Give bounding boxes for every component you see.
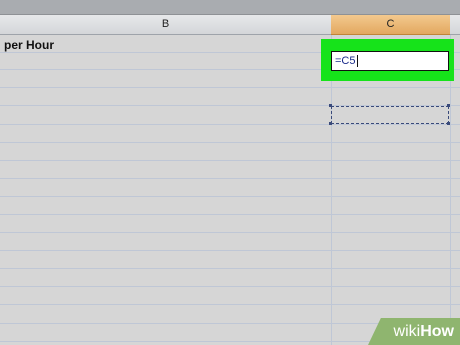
row-divider (0, 250, 460, 251)
cell-b-label[interactable]: per Hour (4, 38, 54, 52)
row-divider (0, 178, 460, 179)
row-divider (0, 196, 460, 197)
column-divider (331, 35, 332, 345)
marquee-handle[interactable] (329, 122, 332, 125)
column-header-d[interactable] (450, 15, 460, 35)
column-header-b[interactable]: B (0, 15, 332, 35)
column-header-c[interactable]: C (331, 15, 451, 35)
marquee-handle[interactable] (447, 122, 450, 125)
marquee-handle[interactable] (329, 104, 332, 107)
logo-part1: wiki (393, 323, 421, 340)
row-divider (0, 268, 460, 269)
row-divider (0, 286, 460, 287)
row-divider (0, 304, 460, 305)
row-divider (0, 124, 460, 125)
column-header-label: B (161, 18, 170, 30)
ribbon-edge (0, 0, 460, 15)
column-divider (450, 35, 451, 345)
row-divider (0, 87, 460, 88)
row-divider (0, 232, 460, 233)
logo-part2: How (420, 323, 454, 340)
formula-text: =C5 (335, 55, 358, 67)
wikihow-logo: wikiHow (368, 318, 460, 345)
row-divider (0, 214, 460, 215)
active-cell-editor[interactable]: =C5 (331, 51, 449, 71)
spreadsheet-grid[interactable] (0, 35, 460, 345)
referenced-cell-marquee[interactable] (331, 106, 449, 124)
row-divider (0, 160, 460, 161)
row-divider (0, 142, 460, 143)
marquee-handle[interactable] (447, 104, 450, 107)
column-header-label: C (386, 18, 395, 30)
